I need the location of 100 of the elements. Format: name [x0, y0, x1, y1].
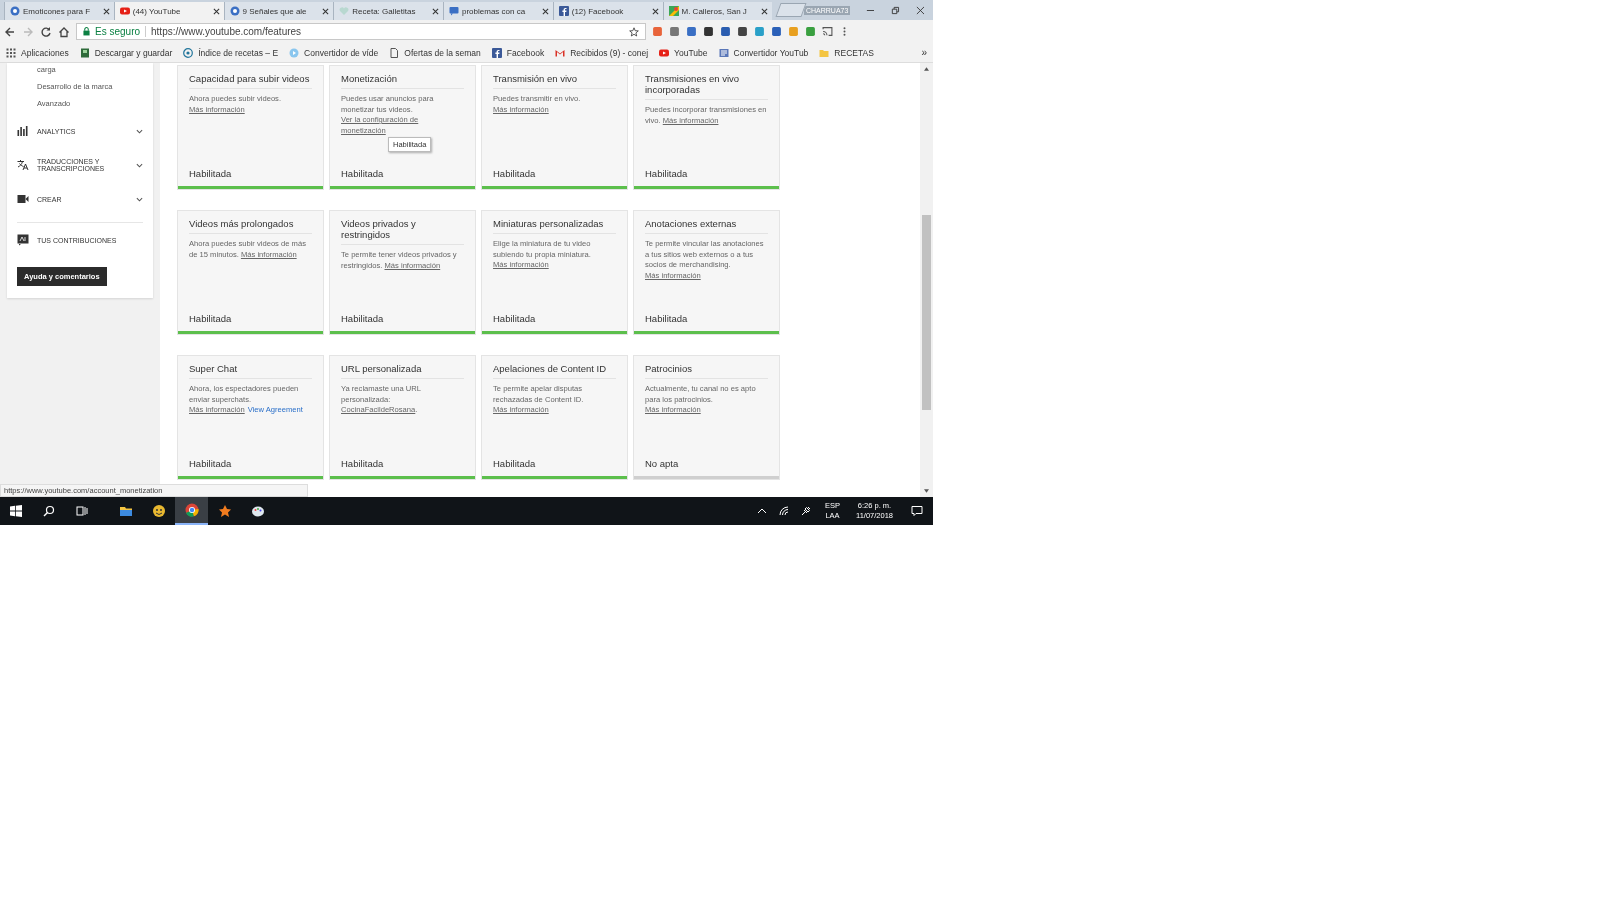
status-label: Habilitada [493, 458, 537, 471]
status-label: Habilitada [645, 313, 689, 326]
folder-icon [118, 504, 133, 518]
notifications-icon[interactable] [911, 505, 923, 517]
card-title: URL personalizada [341, 356, 464, 379]
browser-tab[interactable]: (12) Facebook [552, 2, 663, 20]
close-icon[interactable] [432, 7, 439, 15]
browser-tab[interactable]: M. Calleros, San J [662, 2, 773, 20]
address-bar[interactable]: Es seguro https://www.youtube.com/features [76, 23, 646, 40]
more-bookmarks-button[interactable]: » [921, 47, 927, 58]
status-label: Habilitada [493, 168, 537, 181]
globe-icon [229, 6, 240, 16]
bookmark-icon [79, 47, 90, 58]
card-title: Miniaturas personalizadas [493, 211, 616, 234]
bookmark[interactable]: Convertidor de víde [289, 47, 379, 58]
browser-tab[interactable]: (44) YouTube [113, 2, 224, 20]
translate-icon [17, 159, 29, 171]
card-title: Patrocinios [645, 356, 768, 379]
contributions-icon [17, 234, 29, 246]
apps-grid-icon [6, 47, 16, 58]
close-icon[interactable] [651, 7, 659, 15]
video-camera-icon [17, 193, 29, 205]
play-icon [659, 47, 670, 58]
browser-tab[interactable]: problemas con ca [443, 2, 553, 20]
close-icon[interactable] [761, 7, 769, 15]
bookmark[interactable]: Convertidor YouTub [718, 47, 809, 58]
scroll-up-icon[interactable] [924, 67, 929, 71]
taskbar-app[interactable] [175, 497, 208, 525]
circle-logo-icon [183, 47, 194, 58]
close-icon[interactable] [916, 5, 926, 15]
status-label: Habilitada [645, 168, 689, 181]
browser-tab[interactable]: 9 Señales que ale [223, 2, 334, 20]
plug-icon[interactable] [801, 506, 811, 516]
close-icon[interactable] [322, 7, 330, 15]
wifi-icon[interactable] [779, 506, 789, 516]
home-icon[interactable] [58, 25, 70, 38]
extension-icon[interactable] [771, 26, 782, 37]
status-label: Habilitada [341, 458, 385, 471]
star-burst-icon [217, 504, 232, 518]
play-icon [119, 6, 130, 16]
status-label: Habilitada [493, 313, 537, 326]
facebook-icon [491, 47, 502, 58]
windows-start-icon[interactable] [10, 505, 22, 517]
scroll-down-icon[interactable] [924, 489, 929, 493]
browser-tab[interactable]: Receta: Galletitas [333, 2, 443, 20]
bookmark[interactable]: Aplicaciones [6, 47, 69, 58]
task-view-icon[interactable] [76, 505, 88, 517]
back-icon[interactable] [4, 25, 16, 38]
play-circle-icon [289, 47, 300, 58]
search-icon[interactable] [43, 505, 55, 517]
palette-icon [250, 504, 265, 518]
bookmark[interactable]: Recibidos (9) - conej [555, 47, 649, 58]
extension-icon[interactable] [720, 26, 731, 37]
heart-icon [339, 6, 350, 16]
status-label: Habilitada [189, 458, 233, 471]
globe-icon [10, 6, 20, 16]
card-title: Apelaciones de Content ID [493, 356, 616, 379]
mail-icon [555, 47, 566, 58]
extension-icon[interactable] [703, 26, 714, 37]
restore-icon[interactable] [891, 5, 901, 15]
browser-icon [184, 503, 199, 517]
bookmark[interactable]: Descargar y guardar [79, 47, 173, 58]
map-icon [668, 6, 679, 16]
bar-chart-icon [17, 125, 29, 137]
chevron-down-icon[interactable] [136, 161, 143, 169]
card-title: Transmisiones en vivo incorporadas [645, 66, 768, 100]
status-label: Habilitada [341, 168, 385, 181]
scroll-thumb[interactable] [922, 215, 931, 410]
status-label: Habilitada [341, 313, 385, 326]
star-icon[interactable] [629, 26, 639, 37]
card-title: Capacidad para subir videos [189, 66, 312, 89]
card-title: Videos privados y restringidos [341, 211, 464, 245]
smiley-icon [151, 504, 166, 518]
card-title: Anotaciones externas [645, 211, 768, 234]
chevron-up-icon[interactable] [757, 506, 767, 516]
bookmark[interactable]: RECETAS [819, 47, 874, 58]
close-icon[interactable] [212, 7, 220, 15]
folder-icon [819, 47, 830, 58]
reload-icon[interactable] [40, 25, 52, 38]
scrollbar[interactable] [920, 63, 933, 497]
facebook-icon [558, 6, 569, 16]
close-icon[interactable] [541, 7, 549, 15]
bookmark[interactable]: Ofertas de la seman [389, 47, 481, 58]
lock-icon [83, 27, 90, 36]
card-title: Transmisión en vivo [493, 66, 616, 89]
chevron-down-icon[interactable] [136, 127, 143, 135]
status-label: Habilitada [189, 168, 233, 181]
cast-icon[interactable] [822, 26, 833, 37]
status-label: No apta [645, 458, 680, 471]
page-icon [389, 47, 400, 58]
status-label: Habilitada [189, 313, 233, 326]
bookmark[interactable]: Facebook [491, 47, 545, 58]
browser-tab[interactable]: Emoticones para F [4, 2, 114, 20]
close-icon[interactable] [102, 7, 110, 15]
card-title: Monetización [341, 66, 464, 89]
bookmark-icon [718, 47, 729, 58]
extension-icon[interactable] [737, 26, 748, 37]
chevron-down-icon[interactable] [136, 195, 143, 203]
bookmark[interactable]: YouTube [659, 47, 708, 58]
bookmark[interactable]: Índice de recetas – E [183, 47, 279, 58]
